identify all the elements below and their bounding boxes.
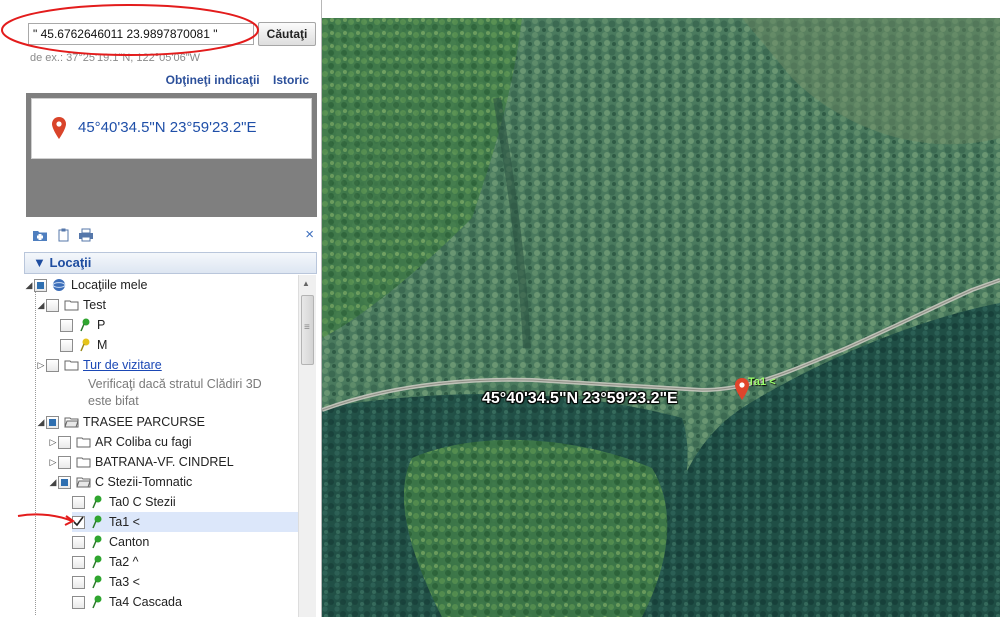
checkbox[interactable] (58, 475, 71, 489)
places-header[interactable]: ▼ Locaţii (24, 252, 317, 274)
tree-item-ta3[interactable]: Ta3 < (72, 572, 140, 592)
expand-toggle-icon[interactable]: ▷ (36, 355, 46, 375)
tree-item-label: Locaţiile mele (71, 278, 148, 292)
green-pushpin-icon (89, 495, 105, 509)
places-tree: ◢ Locaţiile mele ◢ Test P M ▷ Tur de viz… (24, 275, 298, 617)
expand-toggle-icon[interactable]: ◢ (48, 472, 58, 492)
search-button[interactable]: Căutaţi (258, 22, 316, 46)
tree-item-ar-coliba[interactable]: ▷ AR Coliba cu fagi (48, 432, 192, 452)
tree-item-label: M (97, 338, 108, 352)
result-coordinates: 45°40'34.5"N 23°59'23.2"E (78, 119, 257, 136)
expand-toggle-icon[interactable]: ▷ (48, 452, 58, 472)
search-input[interactable] (28, 23, 254, 45)
green-pushpin-icon (89, 535, 105, 549)
tree-item-ta0[interactable]: Ta0 C Stezii (72, 492, 176, 512)
satellite-map[interactable]: Ta1 < 45°40'34.5"N 23°59'23.2"E (322, 18, 1000, 617)
tree-item-label: Ta2 ^ (109, 555, 139, 569)
tree-item-label: P (97, 318, 106, 332)
tour-note: este bifat (88, 394, 139, 408)
tree-item-label: Ta3 < (109, 575, 140, 589)
green-pushpin-icon (89, 515, 105, 529)
folder-open-icon (63, 415, 79, 429)
tour-note: Verificaţi dacă stratul Clădiri 3D (88, 377, 262, 391)
folder-icon (75, 455, 91, 469)
collapse-triangle-icon: ▼ (33, 255, 46, 270)
tree-item-p[interactable]: P (60, 315, 105, 335)
tree-item-ta2[interactable]: Ta2 ^ (72, 552, 139, 572)
get-directions-link[interactable]: Obţineţi indicaţii (166, 73, 260, 87)
tree-item-label: AR Coliba cu fagi (95, 435, 192, 449)
search-hint: de ex.: 37°25'19.1"N, 122°05'06"W (30, 52, 201, 64)
checkbox[interactable] (58, 455, 71, 469)
checkbox[interactable] (72, 555, 85, 569)
tree-item-my-places[interactable]: ◢ Locaţiile mele (24, 275, 148, 295)
satellite-imagery (322, 18, 1000, 617)
history-link[interactable]: Istoric (273, 73, 309, 87)
print-icon[interactable] (78, 228, 94, 242)
places-header-label: Locaţii (49, 255, 92, 270)
tree-item-tour[interactable]: ▷ Tur de vizitare (36, 355, 162, 375)
tree-item-label: C Stezii-Tomnatic (95, 475, 193, 489)
tree-item-test[interactable]: ◢ Test (36, 295, 106, 315)
checkbox[interactable] (60, 338, 73, 352)
checkbox[interactable] (58, 435, 71, 449)
search-result[interactable]: 45°40'34.5"N 23°59'23.2"E (31, 98, 312, 159)
paste-icon[interactable] (56, 228, 72, 242)
checkbox-checked[interactable] (72, 515, 85, 529)
tree-item-label: Ta4 Cascada (109, 595, 182, 609)
tree-item-label: Test (83, 298, 106, 312)
tree-item-m[interactable]: M (60, 335, 107, 355)
expand-toggle-icon[interactable]: ◢ (24, 275, 34, 295)
tree-item-label: Canton (109, 535, 150, 549)
folder-icon (63, 358, 79, 372)
map-top-bar (322, 0, 1000, 18)
checkbox[interactable] (72, 575, 85, 589)
tour-link[interactable]: Tur de vizitare (83, 358, 162, 372)
green-pushpin-icon (89, 555, 105, 569)
checkbox[interactable] (72, 535, 85, 549)
expand-toggle-icon[interactable]: ◢ (36, 295, 46, 315)
checkbox[interactable] (72, 595, 85, 609)
placemark-pin-icon (52, 117, 66, 139)
map-placemark-pin-icon[interactable] (735, 378, 749, 400)
tree-item-label: Ta1 < (109, 515, 140, 529)
folder-icon (63, 298, 79, 312)
checkbox[interactable] (60, 318, 73, 332)
folder-icon (75, 435, 91, 449)
search-links: Obţineţi indicaţii Istoric (156, 73, 309, 87)
tree-item-trasee[interactable]: ◢ TRASEE PARCURSE (36, 412, 205, 432)
globe-icon (51, 278, 67, 292)
expand-toggle-icon[interactable]: ◢ (36, 412, 46, 432)
tree-item-label: BATRANA-VF. CINDREL (95, 455, 234, 469)
tree-item-batrana[interactable]: ▷ BATRANA-VF. CINDREL (48, 452, 234, 472)
checkbox[interactable] (34, 278, 47, 292)
checkbox[interactable] (46, 358, 59, 372)
left-panel: Căutaţi de ex.: 37°25'19.1"N, 122°05'06"… (0, 0, 322, 617)
checkbox[interactable] (72, 495, 85, 509)
scrollbar-thumb[interactable] (301, 295, 314, 365)
map-coordinates-label: 45°40'34.5"N 23°59'23.2"E (482, 390, 678, 407)
checkbox[interactable] (46, 415, 59, 429)
add-folder-icon[interactable] (32, 228, 48, 242)
tree-item-c-stezii-tomnatic[interactable]: ◢ C Stezii-Tomnatic (48, 472, 193, 492)
tree-item-ta1[interactable]: Ta1 < (72, 512, 298, 532)
checkbox[interactable] (46, 298, 59, 312)
green-pushpin-icon (77, 318, 93, 332)
tree-item-ta4[interactable]: Ta4 Cascada (72, 592, 182, 612)
yellow-pushpin-icon (77, 338, 93, 352)
tree-item-label: Ta0 C Stezii (109, 495, 176, 509)
folder-open-icon (75, 475, 91, 489)
tree-scrollbar[interactable]: ▲ (298, 275, 316, 617)
map-pushpin-label[interactable]: Ta1 < (748, 376, 776, 388)
places-toolbar: × (28, 226, 318, 246)
close-icon[interactable]: × (305, 226, 314, 243)
green-pushpin-icon (89, 575, 105, 589)
search-results-panel: 45°40'34.5"N 23°59'23.2"E (26, 93, 317, 217)
expand-toggle-icon[interactable]: ▷ (48, 432, 58, 452)
tree-item-canton[interactable]: Canton (72, 532, 149, 552)
scroll-up-arrow-icon[interactable]: ▲ (302, 279, 310, 288)
tree-item-label: TRASEE PARCURSE (83, 415, 206, 429)
green-pushpin-icon (89, 595, 105, 609)
